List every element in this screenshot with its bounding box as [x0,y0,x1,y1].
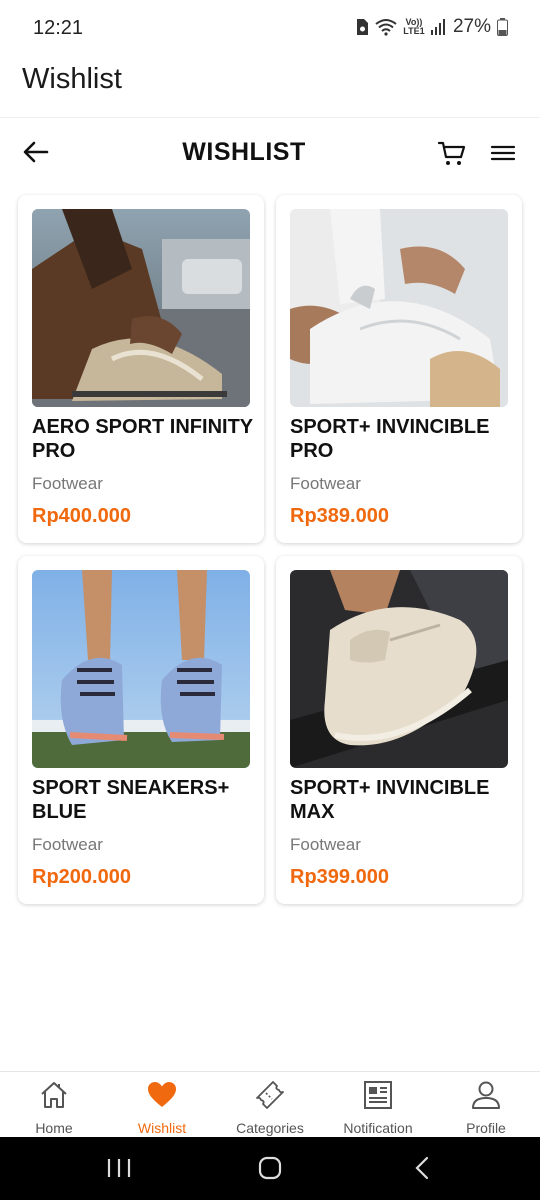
home-icon [41,1082,67,1108]
signal-icon [430,19,445,35]
product-image[interactable] [32,570,250,768]
nav-item-profile[interactable]: Profile [432,1072,540,1138]
product-name[interactable]: SPORT+ INVINCIBLE MAX [290,776,512,824]
product-category: Footwear [32,835,103,854]
battery-percent: 27% [452,16,491,37]
nav-label: Profile [466,1120,506,1136]
nav-label: Home [35,1120,73,1136]
page-title: WISHLIST [182,138,306,166]
system-navigation-bar [0,1137,540,1200]
product-price: Rp389.000 [290,505,389,527]
menu-button[interactable] [489,138,521,170]
user-icon [472,1081,500,1109]
product-photo-blue-sneakers [32,570,250,768]
nav-label: Wishlist [137,1120,187,1136]
sim-icon [356,19,368,35]
product-name[interactable]: SPORT+ INVINCIBLE PRO [290,415,512,463]
hamburger-menu-icon [490,145,516,161]
nav-label: Categories [236,1120,304,1136]
nav-item-categories[interactable]: Categories [216,1072,324,1138]
page-header: WISHLIST [0,124,540,184]
newspaper-icon [364,1081,392,1109]
product-image[interactable] [32,209,250,407]
nav-item-notification[interactable]: Notification [324,1072,432,1138]
product-category: Footwear [32,474,103,493]
product-name[interactable]: SPORT SNEAKERS+ BLUE [32,776,254,824]
heart-icon [148,1082,176,1107]
network-label: Vo)) LTE1 [403,17,425,36]
product-image[interactable] [290,209,508,407]
product-image[interactable] [290,570,508,768]
product-card[interactable]: SPORT+ INVINCIBLE PRO Footwear Rp389.000 [276,195,522,543]
battery-icon [497,18,508,36]
product-card[interactable]: SPORT+ INVINCIBLE MAX Footwear Rp399.000 [276,556,522,904]
product-category: Footwear [290,835,361,854]
product-price: Rp399.000 [290,866,389,888]
bottom-navigation: Home Wishlist Categories Notification Pr… [0,1071,540,1137]
product-price: Rp400.000 [32,505,131,527]
wishlist-grid: AERO SPORT INFINITY PRO Footwear Rp400.0… [18,195,522,904]
wifi-icon [375,19,397,36]
app-title: Wishlist [22,63,122,95]
product-photo-white-sneaker [290,209,508,407]
home-button-icon[interactable] [258,1156,282,1180]
divider [0,117,540,118]
nav-item-home[interactable]: Home [0,1072,108,1138]
ticket-icon [256,1081,284,1109]
product-card[interactable]: AERO SPORT INFINITY PRO Footwear Rp400.0… [18,195,264,543]
status-time: 12:21 [33,17,84,39]
back-nav-icon[interactable] [413,1156,431,1180]
product-card[interactable]: SPORT SNEAKERS+ BLUE Footwear Rp200.000 [18,556,264,904]
product-photo-runner-lacing [32,209,250,407]
recents-icon[interactable] [106,1157,132,1179]
nav-label: Notification [343,1120,413,1136]
product-photo-treadmill-sneaker [290,570,508,768]
cart-button[interactable] [437,138,469,170]
status-icons: Vo)) LTE1 27% [355,16,508,38]
cart-icon [437,141,466,165]
nav-item-wishlist[interactable]: Wishlist [108,1072,216,1138]
status-bar: 12:21 Vo)) LTE1 27% [0,0,540,56]
product-price: Rp200.000 [32,866,131,888]
product-category: Footwear [290,474,361,493]
product-name[interactable]: AERO SPORT INFINITY PRO [32,415,254,463]
